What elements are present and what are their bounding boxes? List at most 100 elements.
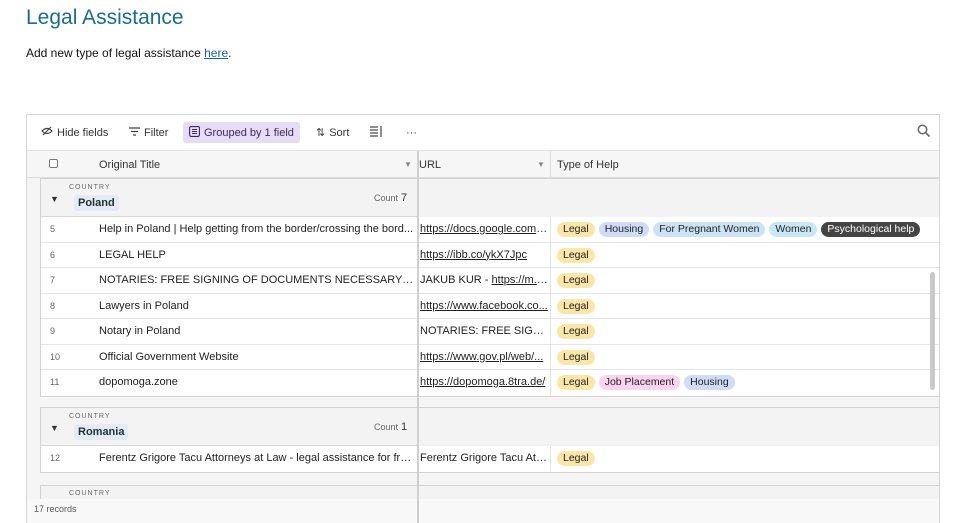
hide-fields-button[interactable]: Hide fields [35,122,114,143]
help-type-tag: Legal [557,324,595,339]
url-link[interactable]: https://www.gov.pl/web/... [420,351,543,363]
cell-type-of-help[interactable]: Legal [557,273,595,288]
view-toolbar: Hide fields Filter Grouped by 1 field ⇅ … [27,115,939,151]
add-type-link[interactable]: here [204,46,228,60]
page-title: Legal Assistance [26,6,184,29]
group-button[interactable]: Grouped by 1 field [183,122,300,143]
cell-url[interactable]: NOTARIES: FREE SIGNIN... [420,325,548,337]
cell-url[interactable]: https://www.facebook.co... [420,300,548,312]
more-options-button[interactable]: ··· [400,122,423,143]
vertical-scrollbar[interactable] [930,272,935,390]
cell-original-title[interactable]: LEGAL HELP [99,249,415,261]
column-divider [550,319,551,344]
sort-label: Sort [329,126,350,139]
row-number: 10 [50,351,61,362]
group-icon [189,125,200,140]
cell-type-of-help[interactable]: Legal [557,247,595,263]
cell-url[interactable]: https://docs.google.com/... [420,223,548,235]
group-header-fill [418,408,939,446]
table-row[interactable]: 7 NOTARIES: FREE SIGNING OF DOCUMENTS NEC… [41,268,939,294]
cell-url[interactable]: https://dopomoga.8tra.de/ [420,376,548,388]
group-label: Grouped by 1 field [204,126,294,139]
help-type-tag: Legal [557,349,595,365]
cell-url[interactable]: Ferentz Grigore Tacu Atto... [420,452,548,464]
cell-original-title[interactable]: Help in Poland | Help getting from the b… [99,223,415,235]
group-header: COUNTRY ▼ Poland Count 7 [41,179,939,217]
column-divider [550,268,551,293]
hide-fields-label: Hide fields [57,126,109,139]
cell-url[interactable]: https://www.gov.pl/web/... [420,351,548,363]
url-prefix-text: NOTARIES: FREE SIGNIN... [420,325,548,337]
select-all-checkbox[interactable] [49,159,58,168]
group-header-fill [418,179,939,217]
collapse-toggle-icon[interactable]: ▼ [50,423,59,433]
cell-url[interactable]: https://ibb.co/ykX7Jpc [420,249,548,261]
cell-type-of-help[interactable]: Legal Job Placement Housing [557,375,735,390]
column-divider [550,242,551,267]
table-row[interactable]: 9 Notary in Poland NOTARIES: FREE SIGNIN..… [41,319,939,345]
url-link[interactable]: https://ibb.co/ykX7Jpc [420,249,527,261]
group-field-label: COUNTRY [69,413,111,420]
cell-original-title[interactable]: Lawyers in Poland [99,300,415,312]
count-label: Count [374,422,399,432]
help-type-tag: Legal [557,451,595,466]
page-description: Add new type of legal assistance here. [26,46,231,60]
column-header-url[interactable]: URL [419,151,537,178]
help-type-tag: Housing [598,222,650,237]
row-number: 12 [50,453,61,463]
row-number: 9 [50,326,56,336]
column-divider [550,370,551,396]
count-value: 7 [401,192,408,204]
url-link[interactable]: https://www.facebook.co... [420,300,548,312]
url-link[interactable]: https://dopomoga.8tra.de/ [420,376,545,388]
table-row[interactable]: 8 Lawyers in Poland https://www.facebook.c… [41,293,939,319]
chevron-down-icon[interactable]: ▼ [537,160,545,169]
record-count-footer: 17 records [27,499,939,523]
frozen-column-divider[interactable] [417,151,419,523]
count-label: Count [374,193,399,203]
url-prefix-text: JAKUB KUR - [420,274,492,286]
help-type-tag: For Pregnant Women [653,222,766,237]
cell-type-of-help[interactable]: Legal [557,451,595,466]
eye-slash-icon [41,126,53,139]
group-rows: 12 Ferentz Grigore Tacu Attorneys at Law … [41,446,939,472]
cell-url[interactable]: JAKUB KUR - https://m.fa... [420,274,548,286]
url-link[interactable]: https://docs.google.com/... [420,223,548,235]
row-number: 5 [50,224,56,234]
cell-type-of-help[interactable]: Legal [557,349,595,365]
search-icon[interactable] [917,124,931,138]
sort-button[interactable]: ⇅ Sort [310,122,355,143]
cell-original-title[interactable]: Ferentz Grigore Tacu Attorneys at Law - … [99,452,415,464]
group-header: COUNTRY ▼ Romania Count 1 [41,408,939,446]
collapse-toggle-icon[interactable]: ▼ [50,194,59,204]
url-prefix-text: Ferentz Grigore Tacu Atto... [420,452,548,464]
cell-original-title[interactable]: NOTARIES: FREE SIGNING OF DOCUMENTS NECE… [99,274,415,286]
cell-original-title[interactable]: Official Government Website [99,351,415,363]
filter-button[interactable]: Filter [123,122,174,143]
column-header-type[interactable]: Type of Help [557,151,619,178]
table-row[interactable]: 6 LEGAL HELP https://ibb.co/ykX7Jpc Legal [41,242,939,268]
chevron-down-icon[interactable]: ▼ [404,160,412,169]
url-header-label: URL [419,158,442,171]
cell-original-title[interactable]: Notary in Poland [99,325,415,337]
filter-icon [129,126,140,139]
table-row[interactable]: 5 Help in Poland | Help getting from the … [41,217,939,243]
table-row[interactable]: 11 dopomoga.zone https://dopomoga.8tra.de/… [41,370,939,396]
column-divider [550,344,551,369]
group-poland: COUNTRY ▼ Poland Count 7 5 Help in Poland … [40,178,939,397]
column-divider [550,293,551,318]
url-link[interactable]: https://m.fa... [492,274,548,286]
group-field-label: COUNTRY [69,184,111,191]
cell-original-title[interactable]: dopomoga.zone [99,376,415,388]
help-type-tag: Housing [684,375,735,390]
row-number: 6 [50,249,56,260]
cell-type-of-help[interactable]: Legal [557,298,595,314]
cell-type-of-help[interactable]: Legal [557,324,595,339]
table-row[interactable]: 12 Ferentz Grigore Tacu Attorneys at Law … [41,446,939,472]
table-row[interactable]: 10 Official Government Website https://www… [41,344,939,370]
row-height-button[interactable] [364,122,392,143]
group-count: Count 1 [374,421,407,433]
cell-type-of-help[interactable]: Legal Housing For Pregnant Women Women Psych… [557,222,921,237]
filter-label: Filter [144,126,169,139]
column-header-title[interactable]: Original Title [99,151,160,178]
